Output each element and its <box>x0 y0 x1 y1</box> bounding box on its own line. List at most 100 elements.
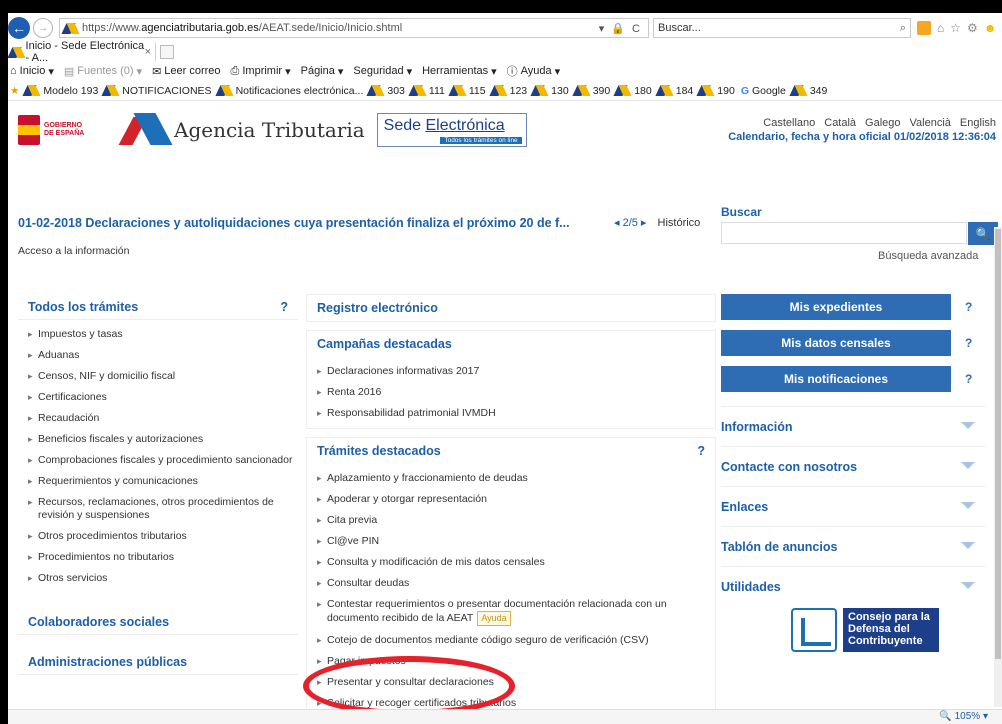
list-item-solicitar-y-recoger-certificados-tributa[interactable]: Solicitar y recoger certificados tributa… <box>317 693 715 709</box>
administraciones-link[interactable]: Administraciones públicas <box>18 649 298 675</box>
bing-icon[interactable] <box>917 21 931 35</box>
accordion-tablon-de-anuncios[interactable]: Tablón de anuncios <box>721 526 985 566</box>
favorite-111[interactable]: 111 <box>411 85 445 97</box>
gobierno-logo[interactable]: GOBIERNO DE ESPAÑA <box>18 111 118 149</box>
page-scrollbar[interactable] <box>994 227 1002 707</box>
registro-electronico-link[interactable]: Registro electrónico <box>307 295 715 321</box>
settings-gear-icon[interactable]: ⚙ <box>967 21 978 35</box>
accordion-utilidades[interactable]: Utilidades <box>721 566 985 606</box>
accordion-informacion[interactable]: Información <box>721 406 985 446</box>
mis-expedientes-button[interactable]: Mis expedientes <box>721 294 951 320</box>
favorites-star-add-icon[interactable]: ★ <box>10 85 19 97</box>
todos-tramites-header[interactable]: Todos los trámites ? <box>18 294 298 320</box>
site-search-input[interactable] <box>721 222 967 244</box>
list-item-renta-2016[interactable]: Renta 2016 <box>317 382 715 403</box>
sede-electronica-logo[interactable]: Sede Electrónica Todos los trámites on l… <box>376 112 527 147</box>
favorites-star-icon[interactable]: ☆ <box>950 21 961 35</box>
mis-notificaciones-button[interactable]: Mis notificaciones <box>721 366 951 392</box>
smiley-icon[interactable]: ☻ <box>984 21 997 35</box>
news-access-link[interactable]: Acceso a la información <box>18 245 129 257</box>
list-item-recaudacion[interactable]: Recaudación <box>28 408 298 429</box>
favorite-115[interactable]: 115 <box>451 85 486 97</box>
favorite-190[interactable]: 190 <box>699 85 735 97</box>
official-calendar-link[interactable]: Calendario, fecha y hora oficial 01/02/2… <box>728 131 996 143</box>
favorite-349[interactable]: 349 <box>792 85 828 97</box>
news-historico-link[interactable]: Histórico <box>658 217 701 229</box>
address-input[interactable]: https://www. agenciatributaria.gob.es/AEA… <box>59 18 649 38</box>
list-item-cl-ve-pin[interactable]: Cl@ve PIN <box>317 531 715 552</box>
list-item-otros-servicios[interactable]: Otros servicios <box>28 568 298 589</box>
list-item-cita-previa[interactable]: Cita previa <box>317 510 715 531</box>
tab-close-icon[interactable]: × <box>145 46 151 58</box>
mis-datos-censales-button[interactable]: Mis datos censales <box>721 330 951 356</box>
favorite-303[interactable]: 303 <box>369 85 405 97</box>
mis-expedientes-help-icon[interactable]: ? <box>965 300 972 314</box>
back-button[interactable]: ← <box>8 17 30 39</box>
command-pagina[interactable]: Página ▾ <box>301 65 344 78</box>
advanced-search-link[interactable]: Búsqueda avanzada <box>878 250 978 262</box>
list-item-cotejo-de-documentos-mediante-codigo-seg[interactable]: Cotejo de documentos mediante código seg… <box>317 630 715 651</box>
favorite-google[interactable]: G Google <box>741 85 786 97</box>
search-icon[interactable]: ⌕ <box>900 22 906 35</box>
list-item-impuestos-y-tasas[interactable]: Impuestos y tasas <box>28 324 298 345</box>
tramites-help-icon[interactable]: ? <box>697 444 705 458</box>
news-headline-link[interactable]: 01-02-2018 Declaraciones y autoliquidaci… <box>18 216 570 230</box>
list-item-consulta-y-modificacion-de-mis-datos-cen[interactable]: Consulta y modificación de mis datos cen… <box>317 552 715 573</box>
news-counter[interactable]: ◂ 2/5 ▸ <box>614 217 646 229</box>
favorite-notificaciones-electronica[interactable]: Notificaciones electrónica... <box>218 85 364 97</box>
favorite-180[interactable]: 180 <box>616 85 652 97</box>
tab-sede-electronica[interactable]: Inicio - Sede Electrónica - A... × <box>8 40 156 64</box>
list-item-procedimientos-no-tributarios[interactable]: Procedimientos no tributarios <box>28 547 298 568</box>
command-ayuda[interactable]: ⓘ Ayuda ▾ <box>507 63 561 79</box>
favorite-123[interactable]: 123 <box>492 85 528 97</box>
browser-search-input[interactable]: Buscar... ⌕ <box>653 18 911 38</box>
language-english[interactable]: English <box>960 117 996 129</box>
command-herramientas[interactable]: Herramientas ▾ <box>422 65 497 78</box>
consejo-defensa-banner[interactable]: Consejo para la Defensa del Contribuyent… <box>791 604 941 656</box>
favorite-notificaciones[interactable]: NOTIFICACIONES <box>104 85 211 97</box>
list-item-pagar-impuestos[interactable]: Pagar impuestos <box>317 651 715 672</box>
accordion-enlaces[interactable]: Enlaces <box>721 486 985 526</box>
language-galego[interactable]: Galego <box>865 117 900 129</box>
list-item-censos-nif-y-domicilio-fiscal[interactable]: Censos, NIF y domicilio fiscal <box>28 366 298 387</box>
scrollbar-thumb[interactable] <box>995 229 1001 659</box>
todos-tramites-help-icon[interactable]: ? <box>280 300 288 314</box>
list-item-aplazamiento-y-fraccionamiento-de-deudas[interactable]: Aplazamiento y fraccionamiento de deudas <box>317 468 715 489</box>
list-item-recursos-reclamaciones-otros-procedimien[interactable]: Recursos, reclamaciones, otros procedimi… <box>28 492 298 526</box>
accordion-contacte-con-nosotros[interactable]: Contacte con nosotros <box>721 446 985 486</box>
list-item-comprobaciones-fiscales-y-procedimiento-[interactable]: Comprobaciones fiscales y procedimiento … <box>28 450 298 471</box>
command-imprimir[interactable]: ⎙ Imprimir ▾ <box>231 65 291 78</box>
favorite-130[interactable]: 130 <box>533 85 569 97</box>
list-item-contestar-requerimientos-o-presentar-doc[interactable]: Contestar requerimientos o presentar doc… <box>317 594 715 630</box>
list-item-requerimientos-y-comunicaciones[interactable]: Requerimientos y comunicaciones <box>28 471 298 492</box>
list-item-apoderar-y-otorgar-representacion[interactable]: Apoderar y otorgar representación <box>317 489 715 510</box>
agency-name[interactable]: Agencia Tributaria <box>174 118 365 142</box>
list-item-certificaciones[interactable]: Certificaciones <box>28 387 298 408</box>
forward-button[interactable]: → <box>33 18 53 38</box>
colaboradores-link[interactable]: Colaboradores sociales <box>18 609 298 635</box>
language-valencia[interactable]: Valencià <box>910 117 951 129</box>
list-item-otros-procedimientos-tributarios[interactable]: Otros procedimientos tributarios <box>28 526 298 547</box>
favorite-modelo-193[interactable]: Modelo 193 <box>25 85 98 97</box>
command-leer-correo[interactable]: ✉ Leer correo <box>152 65 220 78</box>
agencia-tributaria-logo-icon[interactable] <box>118 112 173 147</box>
command-inicio[interactable]: ⌂ Inicio ▾ <box>10 65 54 78</box>
favorite-184[interactable]: 184 <box>658 85 694 97</box>
list-item-declaraciones-informativas-2017[interactable]: Declaraciones informativas 2017 <box>317 361 715 382</box>
new-tab-button[interactable] <box>160 45 174 59</box>
language-castellano[interactable]: Castellano <box>763 117 815 129</box>
mis-datos-censales-help-icon[interactable]: ? <box>965 336 972 350</box>
zoom-level[interactable]: 🔍 105% ▾ <box>939 711 988 722</box>
list-item-responsabilidad-patrimonial-ivmdh[interactable]: Responsabilidad patrimonial IVMDH <box>317 403 715 424</box>
language-catala[interactable]: Català <box>824 117 856 129</box>
mis-notificaciones-help-icon[interactable]: ? <box>965 372 972 386</box>
list-item-consultar-deudas[interactable]: Consultar deudas <box>317 573 715 594</box>
command-seguridad[interactable]: Seguridad ▾ <box>353 65 412 78</box>
command-fuentes-0[interactable]: ▤ Fuentes (0) ▾ <box>64 65 142 78</box>
list-item-beneficios-fiscales-y-autorizaciones[interactable]: Beneficios fiscales y autorizaciones <box>28 429 298 450</box>
home-icon[interactable]: ⌂ <box>937 21 944 35</box>
url-actions-icons[interactable]: ▾ 🔒 C <box>599 22 642 35</box>
list-item-presentar-y-consultar-declaraciones[interactable]: Presentar y consultar declaraciones <box>317 672 715 693</box>
ayuda-badge[interactable]: Ayuda <box>477 611 511 626</box>
list-item-aduanas[interactable]: Aduanas <box>28 345 298 366</box>
